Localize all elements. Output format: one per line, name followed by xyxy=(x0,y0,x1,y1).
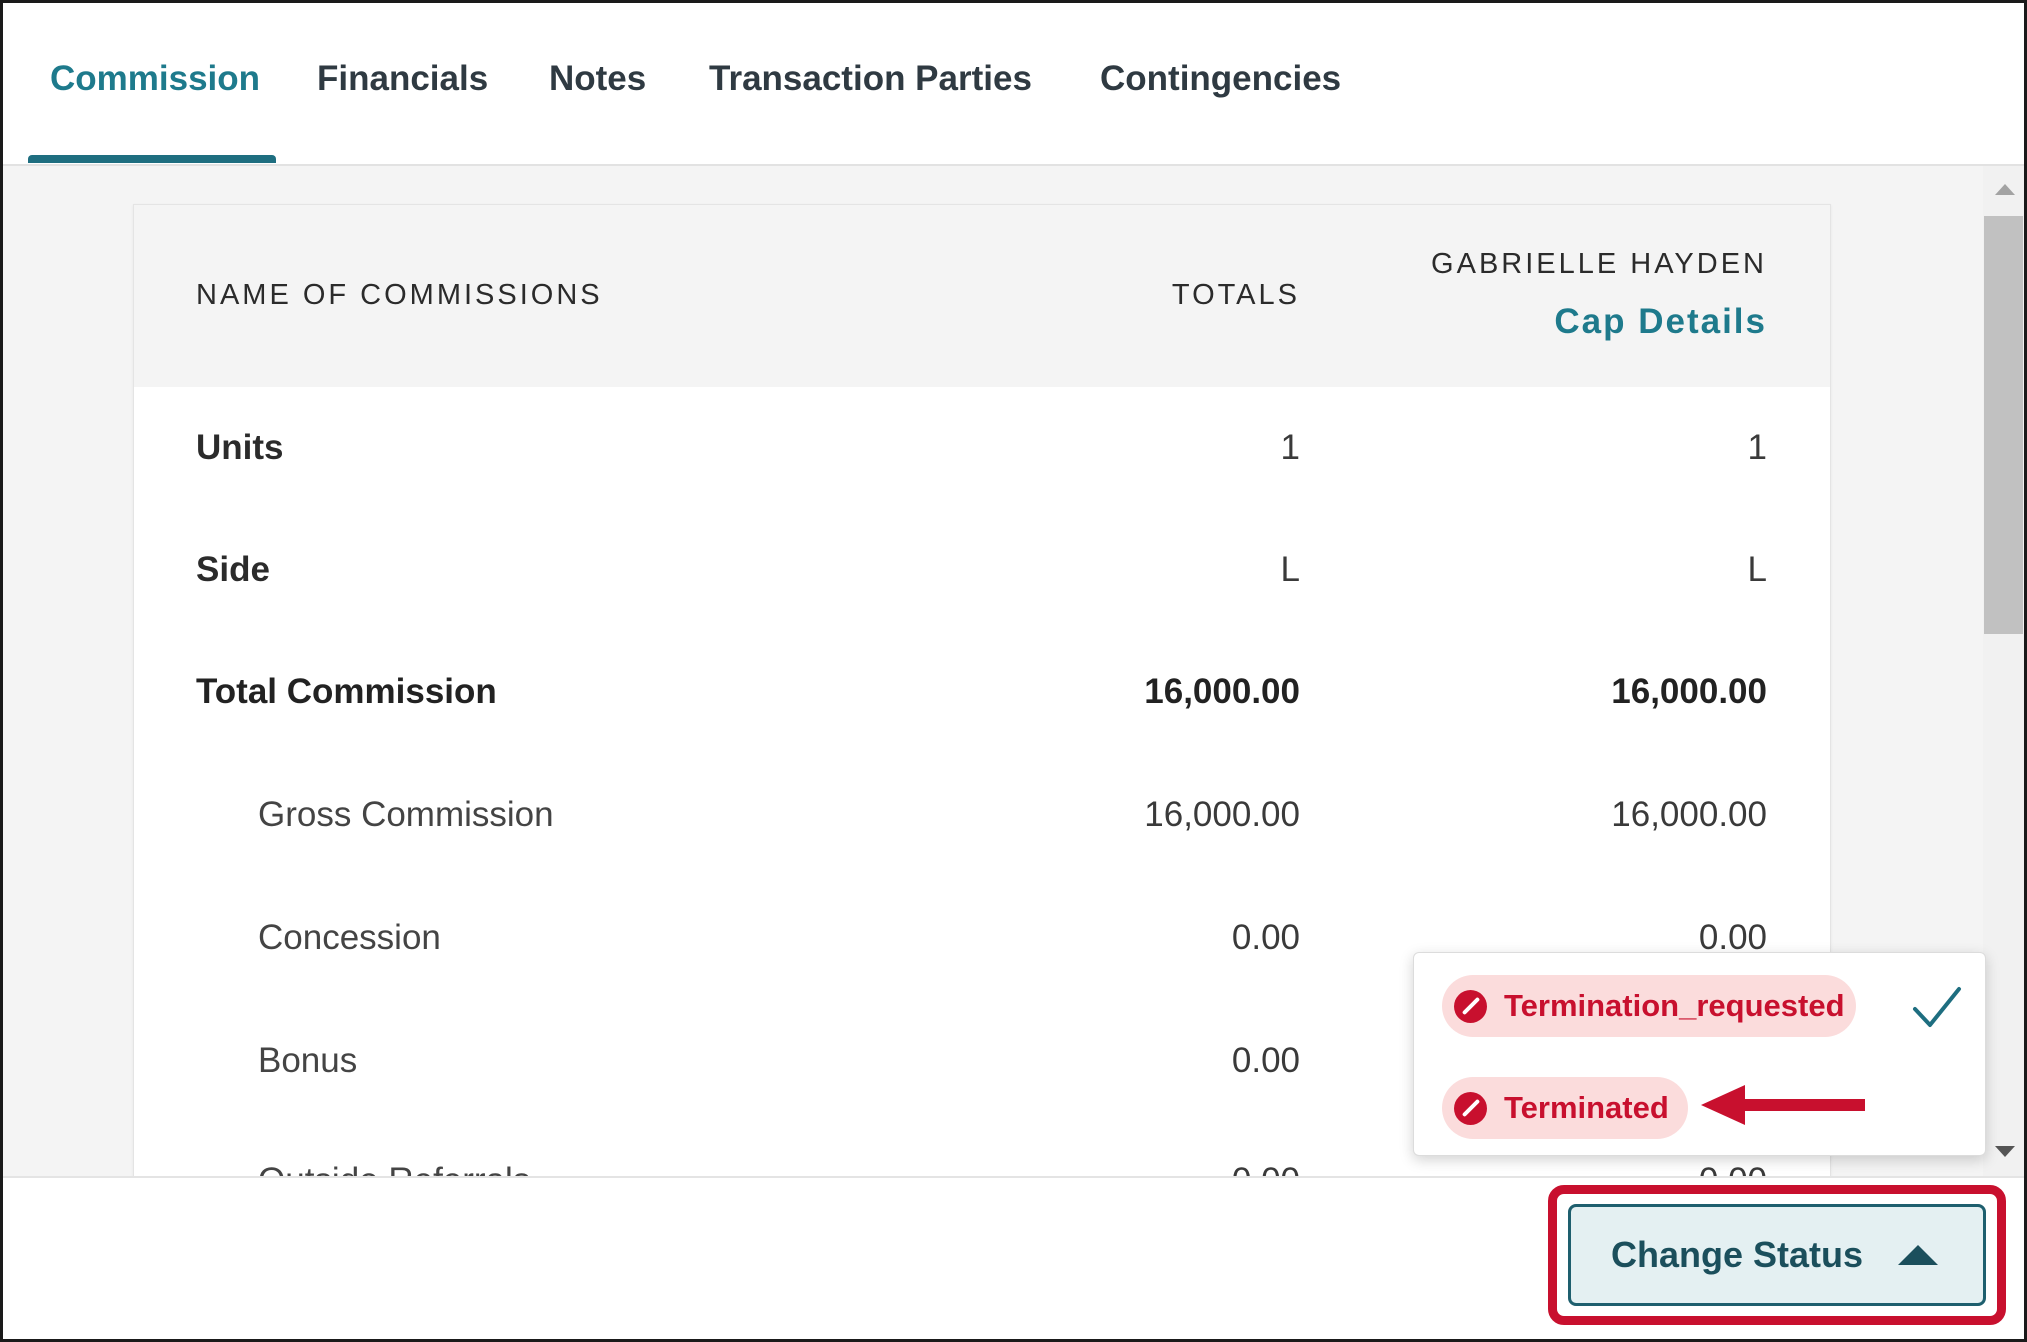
active-tab-indicator xyxy=(28,155,276,163)
change-status-button[interactable]: Change Status xyxy=(1568,1204,1986,1306)
column-header-totals: TOTALS xyxy=(1171,279,1300,311)
prohibited-icon xyxy=(1454,1092,1487,1125)
row-agent-value: L xyxy=(1747,550,1767,589)
row-total: 0.00 xyxy=(1231,918,1300,957)
row-agent-value: 0.00 xyxy=(1699,1161,1767,1176)
scroll-up-arrow-icon[interactable] xyxy=(1995,184,2015,195)
status-option-label: Terminated xyxy=(1504,1090,1669,1125)
row-label: Outside Referrals xyxy=(258,1161,530,1176)
row-agent-value: 1 xyxy=(1747,428,1767,467)
row-agent-value: 16,000.00 xyxy=(1611,672,1767,711)
row-label: Total Commission xyxy=(196,672,497,711)
row-total: L xyxy=(1280,550,1300,589)
table-row: Side L L xyxy=(134,509,1830,631)
tab-financials[interactable]: Financials xyxy=(317,59,488,99)
row-label: Side xyxy=(196,550,270,589)
tab-notes[interactable]: Notes xyxy=(549,59,646,99)
vertical-scrollbar[interactable] xyxy=(1983,166,2024,1176)
table-row: Units 1 1 xyxy=(134,387,1830,509)
row-total: 0.00 xyxy=(1232,1161,1300,1176)
scroll-down-arrow-icon[interactable] xyxy=(1995,1146,2015,1157)
cap-details-link[interactable]: Cap Details xyxy=(1554,302,1767,342)
column-header-agent: GABRIELLE HAYDEN xyxy=(1431,248,1767,280)
row-label: Units xyxy=(196,428,284,467)
scrollbar-thumb[interactable] xyxy=(1984,216,2023,634)
change-status-label: Change Status xyxy=(1611,1234,1864,1275)
column-header-name: NAME OF COMMISSIONS xyxy=(196,279,603,311)
prohibited-icon xyxy=(1454,990,1487,1023)
table-row: Gross Commission 16,000.00 16,000.00 xyxy=(134,754,1830,876)
checkmark-icon xyxy=(1913,987,1961,1027)
tab-transaction-parties[interactable]: Transaction Parties xyxy=(709,59,1032,99)
status-option-label: Termination_requested xyxy=(1504,988,1845,1023)
tab-contingencies[interactable]: Contingencies xyxy=(1100,59,1341,99)
row-agent-value: 16,000.00 xyxy=(1611,795,1767,834)
row-total: 1 xyxy=(1280,428,1300,467)
tab-bar: Commission Financials Notes Transaction … xyxy=(3,3,2024,166)
status-dropdown-menu: Termination_requested Terminated xyxy=(1413,952,1986,1156)
table-row: Total Commission 16,000.00 16,000.00 xyxy=(134,631,1830,753)
status-option-terminated[interactable]: Terminated xyxy=(1442,1077,1688,1139)
row-label: Bonus xyxy=(258,1041,358,1080)
row-label: Concession xyxy=(258,918,441,957)
row-total: 16,000.00 xyxy=(1144,795,1300,834)
table-header: NAME OF COMMISSIONS TOTALS GABRIELLE HAY… xyxy=(134,205,1830,387)
tab-commission[interactable]: Commission xyxy=(50,59,260,99)
row-total: 0.00 xyxy=(1231,1041,1300,1080)
row-total: 16,000.00 xyxy=(1144,672,1300,711)
row-label: Gross Commission xyxy=(258,795,554,834)
status-option-termination-requested[interactable]: Termination_requested xyxy=(1442,975,1856,1037)
caret-up-icon xyxy=(1898,1245,1938,1265)
pointer-arrow-icon xyxy=(1701,1085,1865,1125)
